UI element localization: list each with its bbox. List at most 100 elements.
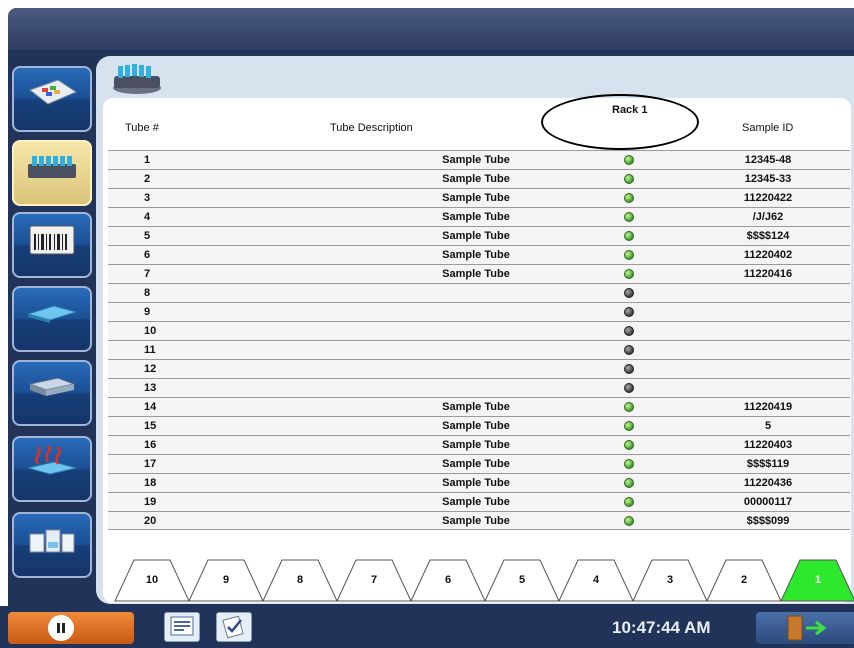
tube-number: 18 (144, 477, 157, 489)
sample-id: $$$$124 (746, 230, 790, 242)
sidebar-item-slide-tray[interactable] (12, 286, 92, 352)
sidebar-item-barcode-rack[interactable] (12, 212, 92, 278)
tube-status-indicator (624, 212, 634, 222)
tube-description: Sample Tube (442, 515, 510, 527)
rack-tab-label: 7 (370, 574, 378, 586)
tube-number: 13 (144, 382, 157, 394)
rack-tab-label: 5 (518, 574, 526, 586)
table-row[interactable]: 8 (108, 283, 850, 302)
tube-description: Sample Tube (442, 249, 510, 261)
sidebar-item-racks[interactable] (12, 140, 92, 206)
tube-status-indicator (624, 288, 634, 298)
tube-status-indicator (624, 364, 634, 374)
tube-number: 6 (144, 249, 151, 261)
tube-number: 8 (144, 287, 151, 299)
sample-id: 11220403 (743, 439, 793, 451)
sidebar-item-reagents[interactable] (12, 512, 92, 578)
tube-description: Sample Tube (442, 477, 510, 489)
tube-status-indicator (624, 402, 634, 412)
tube-number: 20 (144, 515, 157, 527)
table-row[interactable]: 1 Sample Tube 12345-48 (108, 150, 850, 169)
heater-icon (27, 446, 77, 475)
rack-tab-label: 4 (592, 574, 600, 586)
table-row[interactable]: 16 Sample Tube 11220403 (108, 435, 850, 454)
table-row[interactable]: 9 (108, 302, 850, 321)
rack-tab-6[interactable]: 6 (408, 558, 488, 602)
sample-id: 11220422 (743, 192, 793, 204)
tube-number: 16 (144, 439, 157, 451)
tube-number: 5 (144, 230, 151, 242)
rack-header-icon (113, 64, 161, 94)
table-row[interactable]: 7 Sample Tube 11220416 (108, 264, 850, 283)
tube-number: 10 (144, 325, 157, 337)
rack-tab-8[interactable]: 8 (260, 558, 340, 602)
rack-tab-2[interactable]: 2 (704, 558, 784, 602)
table-body: 1 Sample Tube 12345-48 2 Sample Tube 12345-33… (108, 150, 850, 530)
column-header-description: Tube Description (330, 122, 413, 134)
table-row[interactable]: 3 Sample Tube 11220422 (108, 188, 850, 207)
tube-number: 11 (144, 344, 156, 356)
tube-status-indicator (624, 383, 634, 393)
report-button[interactable] (164, 612, 200, 642)
tube-description: Sample Tube (442, 211, 510, 223)
clock: 10:47:44 AM (612, 618, 711, 637)
sample-id: 5 (764, 420, 772, 432)
table-row[interactable]: 20 Sample Tube $$$$099 (108, 511, 850, 530)
tube-status-indicator (624, 459, 634, 469)
table-row[interactable]: 13 (108, 378, 850, 397)
rack-icon (28, 156, 76, 178)
tube-number: 7 (144, 268, 151, 280)
tube-description: Sample Tube (442, 154, 510, 166)
rack-tab-7[interactable]: 7 (334, 558, 414, 602)
tube-status-indicator (624, 269, 634, 279)
sidebar-item-heater[interactable] (12, 436, 92, 502)
sidebar-item-overview[interactable] (12, 66, 92, 132)
table-row[interactable]: 6 Sample Tube 11220402 (108, 245, 850, 264)
rack-tab-5[interactable]: 5 (482, 558, 562, 602)
tube-number: 9 (144, 306, 151, 318)
table-row[interactable]: 2 Sample Tube 12345-33 (108, 169, 850, 188)
table-row[interactable]: 18 Sample Tube 11220436 (108, 473, 850, 492)
cartridge-icon (28, 377, 76, 396)
rack-tab-label: 8 (296, 574, 304, 586)
rack-tab-3[interactable]: 3 (630, 558, 710, 602)
table-row[interactable]: 19 Sample Tube 00000117 (108, 492, 850, 511)
sample-id: 12345-48 (744, 154, 792, 166)
tube-description: Sample Tube (442, 230, 510, 242)
table-row[interactable]: 5 Sample Tube $$$$124 (108, 226, 850, 245)
barcode-rack-icon (29, 225, 75, 255)
checklist-button[interactable] (216, 612, 252, 642)
tube-status-indicator (624, 326, 634, 336)
sample-id: 11220402 (743, 249, 793, 261)
tube-description: Sample Tube (442, 439, 510, 451)
sample-id: /J/J62 (752, 211, 784, 223)
table-row[interactable]: 15 Sample Tube 5 (108, 416, 850, 435)
rack-tab-9[interactable]: 9 (186, 558, 266, 602)
table-row[interactable]: 10 (108, 321, 850, 340)
rack-tab-1[interactable]: 1 (778, 558, 854, 602)
rack-tab-10[interactable]: 10 (112, 558, 192, 602)
tube-status-indicator (624, 174, 634, 184)
tube-number: 19 (144, 496, 157, 508)
tube-status-indicator (624, 497, 634, 507)
table-row[interactable]: 17 Sample Tube $$$$119 (108, 454, 850, 473)
pause-button[interactable] (8, 612, 134, 644)
tube-status-indicator (624, 193, 634, 203)
table-row[interactable]: 14 Sample Tube 11220419 (108, 397, 850, 416)
column-header-tube-num: Tube # (125, 122, 159, 134)
tube-status-indicator (624, 440, 634, 450)
tube-status-indicator (624, 421, 634, 431)
exit-button[interactable] (756, 612, 854, 644)
table-row[interactable]: 12 (108, 359, 850, 378)
sidebar-item-cartridge[interactable] (12, 360, 92, 426)
slide-tray-icon (26, 305, 78, 323)
tube-description: Sample Tube (442, 458, 510, 470)
table-row[interactable]: 4 Sample Tube/J/J62 (108, 207, 850, 226)
column-header-sample-id: Sample ID (742, 122, 794, 134)
tube-description: Sample Tube (442, 401, 510, 413)
tube-status-indicator (624, 231, 634, 241)
sample-id: 11220436 (743, 477, 793, 489)
rack-tab-4[interactable]: 4 (556, 558, 636, 602)
table-row[interactable]: 11 (108, 340, 850, 359)
tube-description: Sample Tube (442, 192, 510, 204)
